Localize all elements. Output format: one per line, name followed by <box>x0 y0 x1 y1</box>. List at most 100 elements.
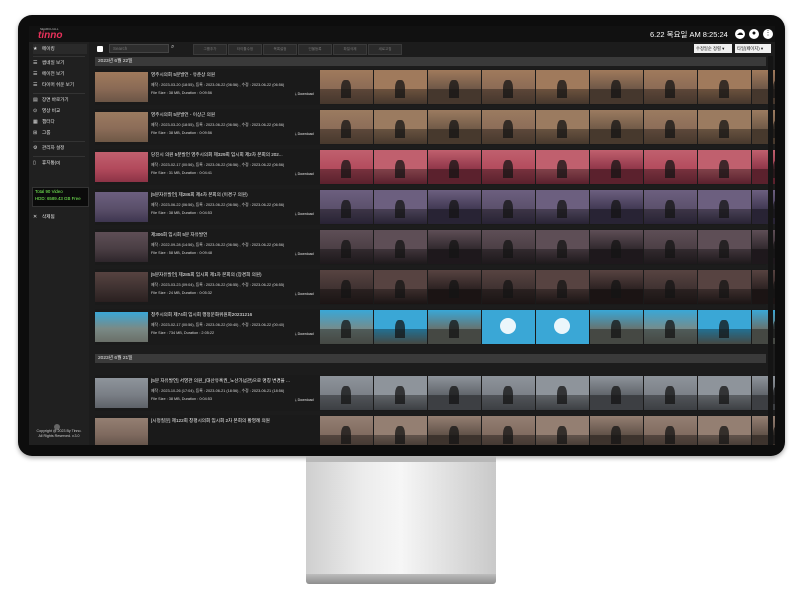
video-frame[interactable] <box>590 230 643 264</box>
video-thumbnail[interactable] <box>95 72 148 102</box>
video-frame[interactable] <box>644 70 697 104</box>
video-frame[interactable] <box>698 416 751 445</box>
video-frame[interactable] <box>698 310 751 344</box>
video-row[interactable]: 영주시의회 5분발언 - 이상근 의원 제작 : 2023-03-20 (18:… <box>95 109 775 145</box>
video-frame[interactable] <box>374 376 427 410</box>
video-frame[interactable] <box>320 150 373 184</box>
video-frame[interactable] <box>374 110 427 144</box>
add-group-button[interactable]: 그룹추가 <box>193 44 227 55</box>
video-frame[interactable] <box>320 70 373 104</box>
sidebar-item-admin-settings[interactable]: ⚙ 관리자 설정 <box>33 143 87 153</box>
video-row[interactable]: [시정질문] 제122회 창평시의회 임시회 2차 본회의 황영례 의원 <box>95 415 775 445</box>
video-frame[interactable] <box>536 270 589 304</box>
video-frame[interactable] <box>428 70 481 104</box>
video-row[interactable]: 영주시의회 5분발언 - 유춘상 의원 제작 : 2023-03-20 (18:… <box>95 69 775 105</box>
register-person-button[interactable]: 인물등록 <box>298 44 332 55</box>
download-link[interactable]: ⤓ Download <box>295 252 314 256</box>
video-frame[interactable] <box>644 416 697 445</box>
video-row[interactable]: 당진시 의원 5분발언 영주시의회 제329회 임시회 제2차 본회의 202.… <box>95 149 775 185</box>
video-frame[interactable] <box>590 416 643 445</box>
video-frame[interactable] <box>698 230 751 264</box>
list-settings-button[interactable]: 목록설정 <box>263 44 297 55</box>
video-frame[interactable] <box>482 310 535 344</box>
sidebar-item-scene-shortcut[interactable]: ▤ 장면 바로가기 <box>33 95 87 105</box>
download-link[interactable]: ⤓ Download <box>295 212 314 216</box>
sidebar-item-timer-view[interactable]: ☰ 타이머 쉬운 보기 <box>33 80 87 90</box>
video-thumbnail[interactable] <box>95 112 148 142</box>
frame-strip[interactable] <box>320 70 775 104</box>
video-frame[interactable] <box>428 230 481 264</box>
sidebar-item-deleted[interactable]: ✕ 삭제됨 <box>33 212 87 222</box>
video-title[interactable]: [5분자유발언] 제285회 임시회 제1차 본회의 (장경희 의원) <box>151 272 262 278</box>
video-thumbnail[interactable] <box>95 418 148 445</box>
video-frame[interactable] <box>644 376 697 410</box>
video-frame[interactable] <box>644 190 697 224</box>
video-title[interactable]: [5분자유발언] 제286회 제4차 본회의 (이경구 의원) <box>151 192 248 198</box>
video-frame[interactable] <box>374 190 427 224</box>
video-frame[interactable] <box>428 270 481 304</box>
video-frame[interactable] <box>590 190 643 224</box>
video-title[interactable]: 제306회 임시회 5분 자유발언 <box>151 232 207 238</box>
search-input[interactable] <box>109 44 169 53</box>
sidebar-item-making[interactable]: ★ 메이킹 <box>33 44 87 54</box>
video-frame[interactable] <box>320 310 373 344</box>
video-row[interactable]: 청주시의회 제74회 임시회 행정문화위원회20231216 제작 : 2023… <box>95 309 775 345</box>
cloud-upload-icon[interactable]: ☁ <box>735 29 745 39</box>
video-row[interactable]: 제306회 임시회 5분 자유발언 제작 : 2022-09-28 (14:56… <box>95 229 775 265</box>
video-frame[interactable] <box>644 230 697 264</box>
video-frame[interactable] <box>536 150 589 184</box>
edit-title-button[interactable]: 타이틀수정 <box>228 44 262 55</box>
video-frame[interactable] <box>698 150 751 184</box>
video-frame[interactable] <box>590 270 643 304</box>
video-frame[interactable] <box>428 190 481 224</box>
video-frame[interactable] <box>482 150 535 184</box>
video-title[interactable]: 영주시의회 5분발언 - 이상근 의원 <box>151 112 215 118</box>
video-frame[interactable] <box>482 416 535 445</box>
menu-icon[interactable]: ⋮ <box>763 29 773 39</box>
download-link[interactable]: ⤓ Download <box>295 132 314 136</box>
video-frame[interactable] <box>536 110 589 144</box>
video-frame[interactable] <box>698 190 751 224</box>
video-frame[interactable] <box>482 70 535 104</box>
video-frame[interactable] <box>320 230 373 264</box>
video-frame[interactable] <box>698 70 751 104</box>
app-logo[interactable]: SEARCH ALL tinno <box>38 27 74 41</box>
video-frame[interactable] <box>374 70 427 104</box>
video-thumbnail[interactable] <box>95 378 148 408</box>
frame-strip[interactable] <box>320 376 775 410</box>
frame-strip[interactable] <box>320 190 775 224</box>
video-thumbnail[interactable] <box>95 312 148 342</box>
page-size-select[interactable]: 타일(페이지) ▾ <box>735 44 771 53</box>
video-frame[interactable] <box>644 310 697 344</box>
frame-strip[interactable] <box>320 230 775 264</box>
download-link[interactable]: ⤓ Download <box>295 332 314 336</box>
frame-strip[interactable] <box>320 150 775 184</box>
video-frame[interactable] <box>536 70 589 104</box>
video-frame[interactable] <box>644 270 697 304</box>
video-frame[interactable] <box>320 416 373 445</box>
sidebar-item-trash[interactable]: ▯ 휴지통(0) <box>33 158 87 168</box>
video-frame[interactable] <box>482 270 535 304</box>
video-frame[interactable] <box>590 376 643 410</box>
video-frame[interactable] <box>374 416 427 445</box>
video-row[interactable]: [5분자유발언] 제285회 임시회 제1차 본회의 (장경희 의원) 제작 :… <box>95 269 775 305</box>
video-frame[interactable] <box>320 190 373 224</box>
download-link[interactable]: ⤓ Download <box>295 398 314 402</box>
user-icon[interactable]: ● <box>749 29 759 39</box>
video-frame[interactable] <box>536 230 589 264</box>
video-frame[interactable] <box>428 376 481 410</box>
video-frame[interactable] <box>590 70 643 104</box>
video-thumbnail[interactable] <box>95 192 148 222</box>
video-frame[interactable] <box>482 376 535 410</box>
video-thumbnail[interactable] <box>95 232 148 262</box>
video-frame[interactable] <box>374 270 427 304</box>
video-frame[interactable] <box>698 270 751 304</box>
video-frame[interactable] <box>428 110 481 144</box>
video-title[interactable]: 청주시의회 제74회 임시회 행정문화위원회20231216 <box>151 312 252 318</box>
download-link[interactable]: ⤓ Download <box>295 92 314 96</box>
video-frame[interactable] <box>590 150 643 184</box>
video-row[interactable]: [5분 자유발언] 서영관 의원_(대산유혹권_노산가넘관)으로 명칭 변경을 … <box>95 375 775 411</box>
sidebar-item-video-compare[interactable]: ⊙ 영상 비교 <box>33 106 87 116</box>
video-frame[interactable] <box>698 110 751 144</box>
video-frame[interactable] <box>536 310 589 344</box>
